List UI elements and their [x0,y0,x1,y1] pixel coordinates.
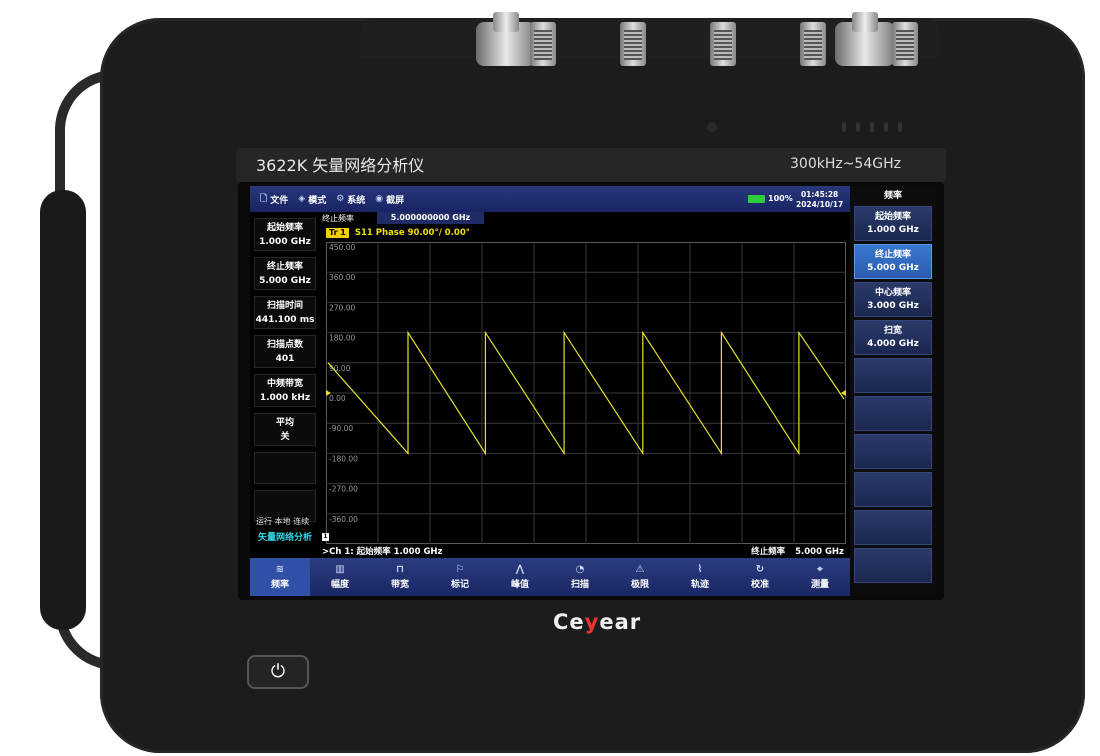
battery-icon [748,195,765,203]
y-tick-label: 180.00 [329,334,355,343]
y-tick-label: -180.00 [329,454,358,463]
softkey-panel-title: 频率 [883,191,902,201]
softkey-center-freq[interactable]: 中心频率 3.000 GHz [854,282,932,317]
menu-bandwidth[interactable]: ⊓ 带宽 [370,558,430,596]
softkey-empty[interactable] [854,472,932,507]
menu-amplitude[interactable]: ▥ 幅度 [310,558,370,596]
entry-label: 终止频率 [322,214,354,223]
channel-start-readout: >Ch 1: 起始频率 1.000 GHz [322,547,443,557]
y-tick-labels: 450.00360.00270.00180.0090.000.00-90.00-… [329,243,358,524]
connector [710,22,736,66]
entry-value-field[interactable]: 5.000000000 GHz [377,212,484,224]
menu-screenshot[interactable]: ◉ 截屏 [375,193,404,206]
top-menu-bar: 🗋 文件 ◈ 模式 ⚙ 系统 ◉ 截屏 100% 01:45:28 2024/10/17 [250,186,850,212]
softkey-stop-freq[interactable]: 终止频率 5.000 GHz [854,244,932,279]
power-icon: ⏻ [270,661,286,682]
softkey-span[interactable]: 扫宽 4.000 GHz [854,320,932,355]
port-connector-right [835,12,895,66]
param-sweep-points[interactable]: 扫描点数 401 [254,335,316,368]
menu-trace[interactable]: ⌇ 轨迹 [670,558,730,596]
softkey-empty[interactable] [854,396,932,431]
menu-file[interactable]: 🗋 文件 [260,191,288,207]
phase-plot: 450.00360.00270.00180.0090.000.00-90.00-… [326,242,846,544]
y-tick-label: 360.00 [329,273,355,282]
y-tick-label: 450.00 [329,243,355,252]
analyzer-mode-label: 矢量网络分析 [257,533,312,543]
y-tick-label: 0.00 [329,394,346,403]
clock-time: 01:45:28 [800,190,839,199]
sensor-dot [707,122,717,132]
menu-peak[interactable]: ⋀ 峰值 [490,558,550,596]
model-label: 3622K 矢量网络分析仪 [256,156,425,175]
power-button[interactable]: ⏻ [247,655,309,689]
param-average[interactable]: 平均 关 [254,413,316,446]
amplitude-icon: ▥ [335,564,345,575]
mode-icon: ◈ [298,194,306,204]
brand-logo: Ceyear [553,610,642,634]
y-tick-label: -270.00 [329,485,358,494]
gear-icon: ⚙ [336,194,345,204]
connector [530,22,556,66]
channel-stop-readout: 终止频率 5.000 GHz [751,547,844,557]
param-empty[interactable] [254,452,316,484]
trace-header: Tr 1 S11 Phase 90.00°/ 0.00° [326,228,470,238]
softkey-empty[interactable] [854,510,932,545]
connector [892,22,918,66]
clock-date: 2024/10/17 [796,200,844,209]
menu-marker[interactable]: ⚐ 标记 [430,558,490,596]
strap-pad [40,190,86,630]
channel-footer: >Ch 1: 起始频率 1.000 GHz 终止频率 5.000 GHz [320,544,848,558]
marker-flag-icon: ⚐ [455,564,465,575]
param-stop-freq[interactable]: 终止频率 5.000 GHz [254,257,316,290]
param-if-bandwidth[interactable]: 中频带宽 1.000 kHz [254,374,316,407]
menu-calibration[interactable]: ↻ 校准 [730,558,790,596]
battery-percent: 100% [768,194,793,203]
measure-icon: ⌖ [817,564,823,575]
menu-system[interactable]: ⚙ 系统 [336,193,365,206]
bandwidth-icon: ⊓ [396,564,404,575]
trace-format: S11 Phase 90.00°/ 0.00° [354,228,471,238]
file-icon: 🗋 [260,194,268,204]
softkey-empty[interactable] [854,358,932,393]
softkey-panel: 频率 起始频率 1.000 GHz 终止频率 5.000 GHz 中心频率 3.… [850,186,936,596]
menu-sweep[interactable]: ◔ 扫描 [550,558,610,596]
trace-badge[interactable]: Tr 1 [326,228,349,238]
frequency-range-label: 300kHz~54GHz [790,156,901,172]
clock: 01:45:28 2024/10/17 [796,190,843,210]
port-connector-left [476,12,536,66]
softkey-empty[interactable] [854,434,932,469]
frequency-icon: ≋ [275,564,285,575]
connector [620,22,646,66]
menu-frequency[interactable]: ≋ 频率 [250,558,310,596]
menu-measure[interactable]: ⌖ 测量 [790,558,850,596]
calibration-icon: ↻ [755,564,765,575]
channel-marker: 1 [322,533,329,541]
sweep-icon: ◔ [575,564,585,575]
y-tick-label: 270.00 [329,303,355,312]
y-tick-label: -360.00 [329,515,358,524]
menu-limit[interactable]: ⚠ 极限 [610,558,670,596]
menu-mode[interactable]: ◈ 模式 [298,193,326,206]
vents [842,122,902,132]
camera-icon: ◉ [375,194,384,204]
parameter-panel: 起始频率 1.000 GHz 终止频率 5.000 GHz 扫描时间 441.1… [250,212,320,552]
peak-icon: ⋀ [515,564,525,575]
param-sweep-time[interactable]: 扫描时间 441.100 ms [254,296,316,329]
y-tick-label: -90.00 [329,424,353,433]
trace-icon: ⌇ [697,564,703,575]
connector [800,22,826,66]
plot-grid [326,242,846,544]
run-status: 运行 本地 连续 [256,517,310,526]
limit-warning-icon: ⚠ [635,564,645,575]
bottom-menu-bar: ≋ 频率 ▥ 幅度 ⊓ 带宽 ⚐ 标记 ⋀ 峰值 ◔ 扫描 ⚠ 极限 ⌇ 轨迹 ↻ 校准 ⌖ 测量 [250,558,850,596]
param-start-freq[interactable]: 起始频率 1.000 GHz [254,218,316,251]
softkey-empty[interactable] [854,548,932,583]
screen: 🗋 文件 ◈ 模式 ⚙ 系统 ◉ 截屏 100% 01:45:28 2024/10/17… [250,186,936,596]
softkey-start-freq[interactable]: 起始频率 1.000 GHz [854,206,932,241]
